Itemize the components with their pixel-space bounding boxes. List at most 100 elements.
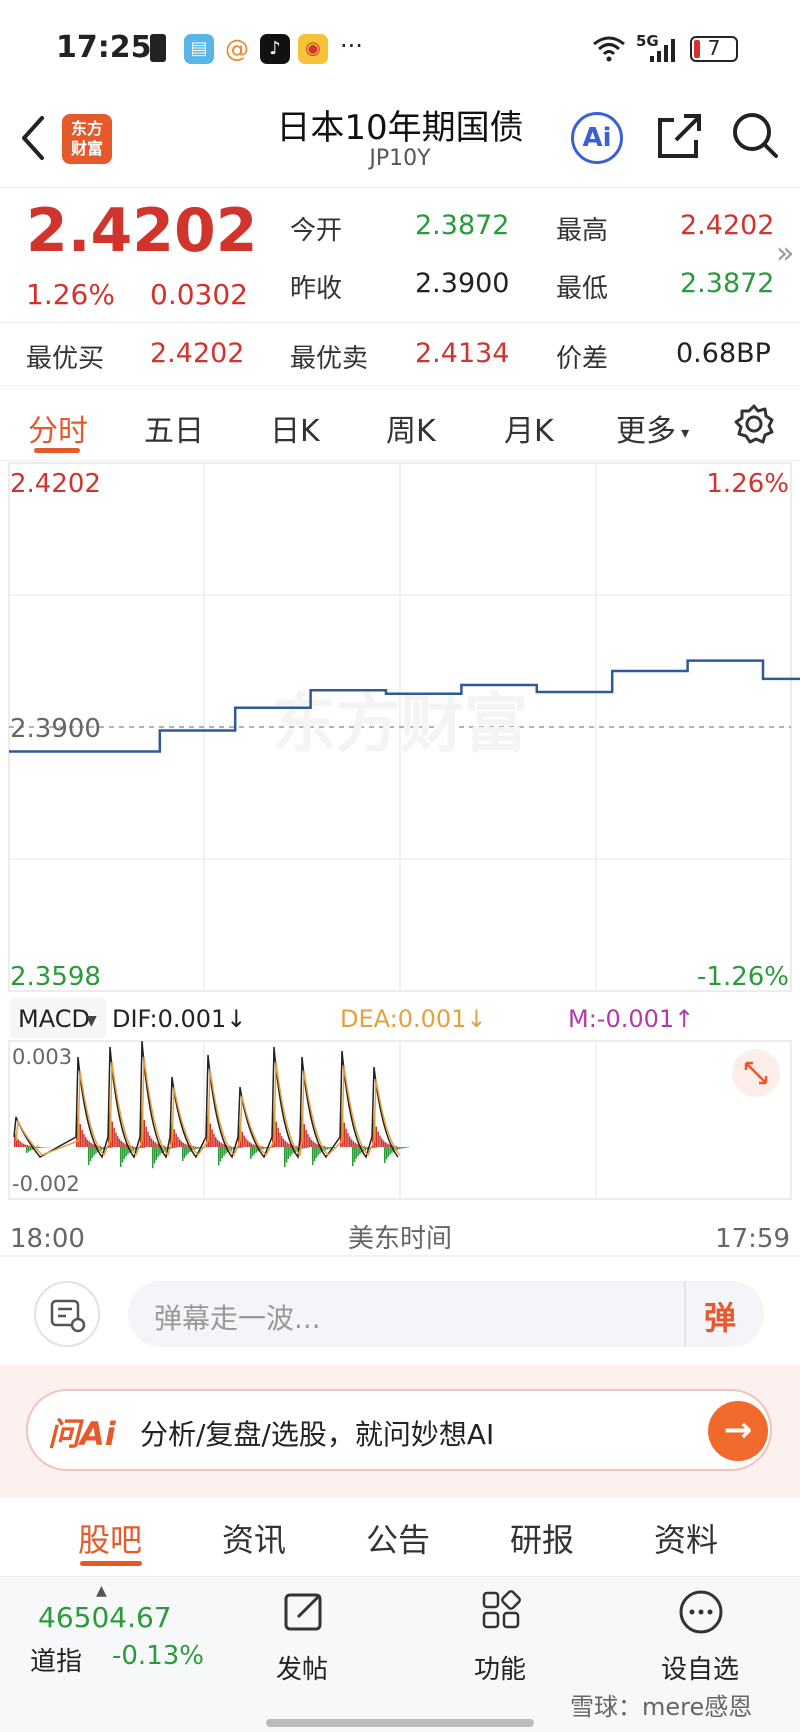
macd-bar xyxy=(285,1147,288,1163)
macd-bar xyxy=(247,1140,249,1147)
at-app-icon: @ xyxy=(225,35,249,63)
macd-bar xyxy=(198,1147,200,1149)
active-tab-indicator xyxy=(34,448,80,453)
danmaku-send-button[interactable]: 弹 xyxy=(684,1281,764,1347)
macd-bar xyxy=(284,1147,286,1167)
macd-bar xyxy=(183,1147,186,1158)
battery-saver-icon xyxy=(150,34,166,62)
macd-bar xyxy=(387,1147,390,1157)
macd-bar xyxy=(309,1137,311,1147)
dropdown-icon: ▾ xyxy=(676,423,690,442)
macd-bar xyxy=(388,1144,390,1147)
macd-bar xyxy=(121,1147,124,1163)
tab-intraday[interactable]: 分时 xyxy=(28,406,88,450)
pct-bottom-label: -1.26% xyxy=(697,962,789,992)
ai-button[interactable]: Ai xyxy=(571,112,623,164)
danmaku-toggle-button[interactable] xyxy=(34,1281,100,1347)
arrow-right-icon[interactable]: → xyxy=(708,1401,768,1461)
low-label: 最低 xyxy=(556,274,609,304)
tab-monthly-k[interactable]: 月K xyxy=(504,406,554,450)
change-percent: 1.26% xyxy=(26,278,115,311)
macd-bar xyxy=(27,1147,30,1152)
macd-bar xyxy=(315,1147,318,1158)
macd-bar xyxy=(261,1146,263,1147)
macd-bar xyxy=(222,1143,224,1147)
period-tabs: 分时 五日 日K 周K 月K 更多 ▾ xyxy=(0,385,800,461)
index-change[interactable]: -0.13% xyxy=(112,1641,204,1671)
macd-bar xyxy=(328,1147,330,1149)
macd-bar xyxy=(356,1143,358,1147)
settings-icon[interactable] xyxy=(734,404,774,444)
share-icon[interactable] xyxy=(654,110,702,162)
macd-bar xyxy=(350,1139,353,1147)
open-label: 今开 xyxy=(290,216,343,246)
macd-bar xyxy=(90,1142,92,1147)
macd-bar xyxy=(86,1139,89,1147)
intraday-chart[interactable]: 东方财富 2.4202 2.3900 2.3598 1.26% -1.26% M… xyxy=(0,461,800,1255)
add-watchlist-button[interactable]: 设自选 xyxy=(640,1589,760,1699)
macd-bar xyxy=(111,1121,114,1147)
macd-bar xyxy=(21,1142,23,1147)
tab-news[interactable]: 资讯 xyxy=(222,1515,286,1561)
weibo-icon: ◉ xyxy=(298,34,328,64)
macd-bar xyxy=(124,1143,126,1147)
expand-quote-icon[interactable]: » xyxy=(776,236,794,271)
index-value[interactable]: 46504.67 xyxy=(38,1601,172,1634)
back-icon[interactable] xyxy=(18,114,48,162)
macd-bar xyxy=(122,1142,124,1147)
symbol-code: JP10Y xyxy=(369,146,431,171)
danmaku-input[interactable]: 弹幕走一波... 弹 xyxy=(128,1281,764,1347)
macd-bar xyxy=(349,1136,351,1147)
ask-ai-logo: 问Ai xyxy=(48,1415,116,1453)
macd-bar xyxy=(303,1147,306,1149)
y-bottom-label: 2.3598 xyxy=(10,962,101,992)
macd-bar xyxy=(353,1147,356,1162)
macd-bar xyxy=(400,1147,402,1149)
tab-guba[interactable]: 股吧 xyxy=(78,1515,142,1561)
tab-announcements[interactable]: 公告 xyxy=(366,1515,430,1561)
macd-bar xyxy=(113,1127,115,1147)
macd-bar xyxy=(219,1147,222,1162)
macd-label: MACD xyxy=(18,1005,90,1033)
functions-button[interactable]: 功能 xyxy=(440,1589,560,1699)
brand-logo[interactable]: 东方 财富 xyxy=(62,114,112,164)
tab-more[interactable]: 更多 ▾ xyxy=(616,406,689,450)
prev-close-label: 昨收 xyxy=(290,274,343,304)
tab-weekly-k[interactable]: 周K xyxy=(386,406,436,450)
low-value: 2.3872 xyxy=(680,268,775,299)
ask-ai-text: 分析/复盘/选股，就问妙想AI xyxy=(140,1418,495,1451)
macd-bar xyxy=(243,1135,245,1147)
macd-bar xyxy=(403,1147,406,1149)
macd-bar xyxy=(223,1147,225,1156)
macd-bar xyxy=(282,1138,285,1147)
best-ask-value: 2.4134 xyxy=(415,338,510,369)
best-bid-value: 2.4202 xyxy=(150,338,245,369)
post-button[interactable]: 发帖 xyxy=(242,1589,362,1699)
macd-bar xyxy=(357,1147,359,1157)
content-tabs: 股吧 资讯 公告 研报 资料 xyxy=(0,1497,800,1577)
ask-ai-button[interactable]: 问Ai 分析/复盘/选股，就问妙想AI → xyxy=(26,1389,772,1471)
macd-bar xyxy=(93,1147,95,1156)
macd-bar xyxy=(111,1147,113,1148)
index-name[interactable]: 道指 xyxy=(30,1641,82,1678)
macd-bar xyxy=(218,1141,221,1147)
macd-bar xyxy=(173,1129,176,1147)
pct-top-label: 1.26% xyxy=(706,469,789,499)
macd-bar xyxy=(89,1147,92,1162)
macd-bar xyxy=(147,1131,149,1147)
tab-five-day[interactable]: 五日 xyxy=(144,406,204,450)
macd-bar xyxy=(288,1143,290,1147)
tab-research[interactable]: 研报 xyxy=(510,1515,574,1561)
tab-daily-k[interactable]: 日K xyxy=(270,406,320,450)
macd-bar xyxy=(287,1147,290,1160)
macd-bar xyxy=(352,1141,355,1147)
macd-bar xyxy=(220,1142,222,1147)
add-watchlist-label: 设自选 xyxy=(660,1655,739,1685)
macd-bar xyxy=(253,1147,256,1155)
tab-profile[interactable]: 资料 xyxy=(654,1515,718,1561)
macd-bar xyxy=(254,1144,256,1147)
macd-bar xyxy=(216,1139,219,1147)
search-icon[interactable] xyxy=(730,110,780,162)
macd-bar xyxy=(398,1147,400,1150)
macd-bar xyxy=(152,1147,154,1169)
